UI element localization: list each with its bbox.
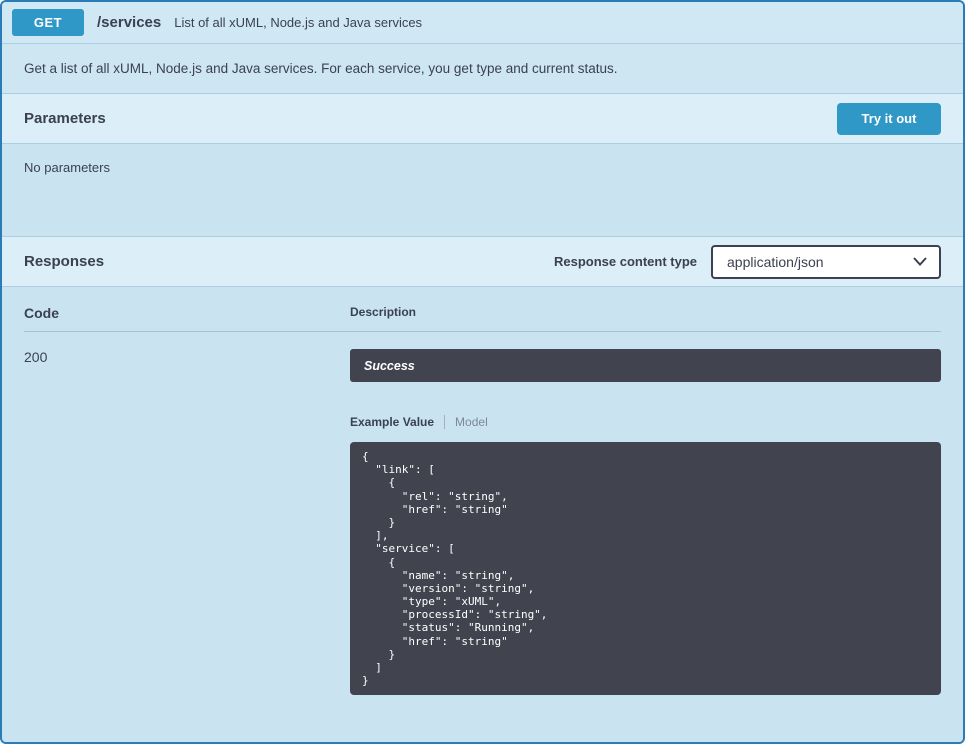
- response-content-type-group: Response content type application/json: [554, 245, 941, 279]
- responses-table-header: Code Description: [24, 305, 941, 332]
- responses-title: Responses: [24, 253, 104, 270]
- response-row-200: 200 Success Example Value Model { "link"…: [24, 332, 941, 695]
- parameters-title: Parameters: [24, 110, 106, 127]
- response-description-cell: Success Example Value Model { "link": [ …: [350, 349, 941, 695]
- example-model-tabs: Example Value Model: [350, 415, 941, 429]
- parameters-header: Parameters Try it out: [2, 94, 963, 144]
- no-parameters-message: No parameters: [24, 160, 110, 175]
- http-method-badge: GET: [12, 9, 84, 36]
- operation-path: /services: [97, 14, 161, 31]
- responses-header: Responses Response content type applicat…: [2, 237, 963, 287]
- description-column-header: Description: [350, 305, 941, 321]
- tab-example-value[interactable]: Example Value: [350, 415, 444, 429]
- response-content-type-label: Response content type: [554, 254, 697, 269]
- tab-model[interactable]: Model: [444, 415, 488, 429]
- code-column-header: Code: [24, 305, 350, 321]
- operation-summary: List of all xUML, Node.js and Java servi…: [174, 15, 422, 30]
- response-content-type-select[interactable]: application/json: [711, 245, 941, 279]
- operation-header[interactable]: GET /services List of all xUML, Node.js …: [2, 2, 963, 44]
- response-status-label: Success: [364, 359, 415, 373]
- operation-description: Get a list of all xUML, Node.js and Java…: [2, 44, 963, 94]
- parameters-body: No parameters: [2, 144, 963, 237]
- example-json-block[interactable]: { "link": [ { "rel": "string", "href": "…: [350, 442, 941, 695]
- chevron-down-icon: [913, 257, 927, 266]
- try-it-out-button[interactable]: Try it out: [837, 103, 941, 135]
- response-code: 200: [24, 349, 350, 695]
- operation-description-text: Get a list of all xUML, Node.js and Java…: [24, 61, 618, 76]
- swagger-operation-panel: GET /services List of all xUML, Node.js …: [0, 0, 965, 744]
- response-content-type-value: application/json: [727, 254, 824, 270]
- responses-table: Code Description 200 Success Example Val…: [2, 287, 963, 742]
- response-status-bar: Success: [350, 349, 941, 382]
